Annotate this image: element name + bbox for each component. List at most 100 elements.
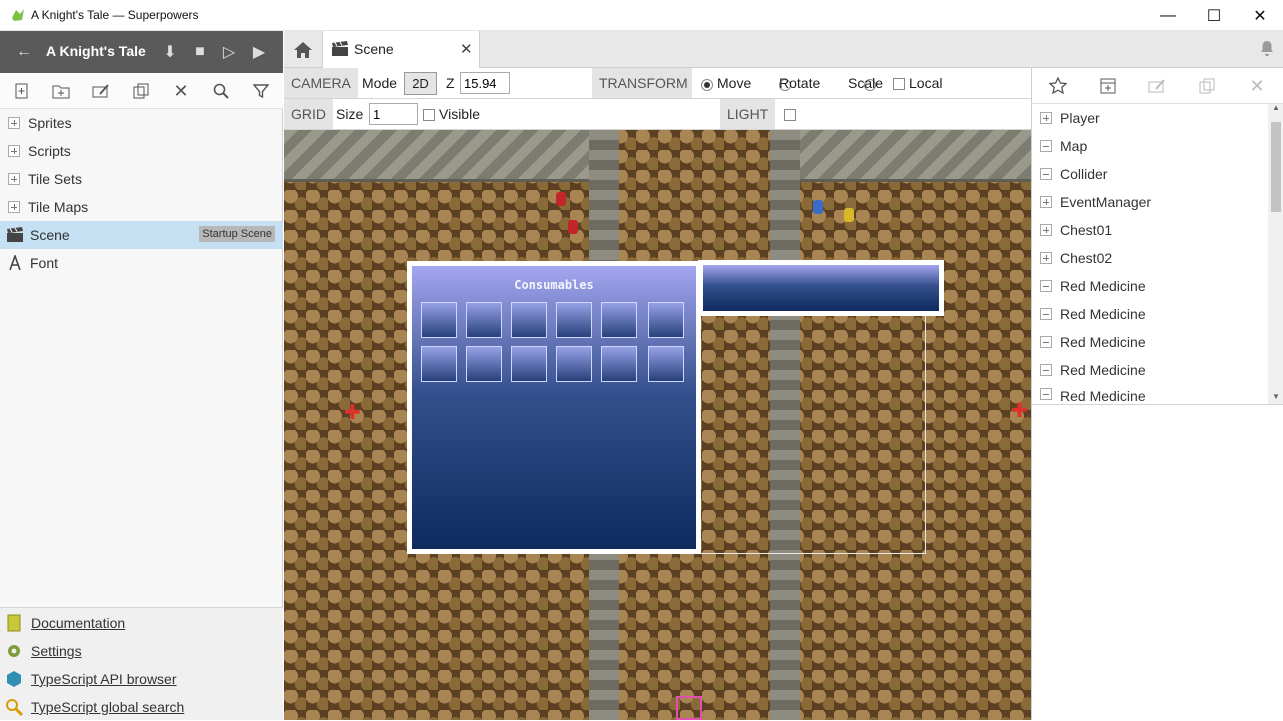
collapse-icon[interactable] xyxy=(1040,364,1052,376)
expand-icon[interactable] xyxy=(1040,224,1052,236)
inventory-slot[interactable] xyxy=(421,302,457,338)
asset-folder-scripts[interactable]: Scripts xyxy=(0,137,283,165)
duplicate-node-icon[interactable] xyxy=(1195,75,1219,97)
collapse-icon[interactable] xyxy=(1040,388,1052,400)
node-map[interactable]: Map xyxy=(1032,132,1268,160)
scrollbar-thumb[interactable] xyxy=(1271,122,1281,212)
node-red-medicine[interactable]: Red Medicine xyxy=(1032,384,1268,404)
cube-icon xyxy=(7,671,21,687)
rename-icon[interactable] xyxy=(89,80,113,102)
collider-marker-icon[interactable]: ✚ xyxy=(344,400,361,425)
delete-icon[interactable]: ✕ xyxy=(169,80,193,102)
asset-folder-tile-sets[interactable]: Tile Sets xyxy=(0,165,283,193)
minimize-icon[interactable]: — xyxy=(1145,0,1191,31)
red-medicine-sprite[interactable] xyxy=(568,220,578,234)
back-arrow-icon[interactable]: ← xyxy=(13,41,35,63)
global-search-link[interactable]: TypeScript global search xyxy=(0,693,184,721)
mode-2d-button[interactable]: 2D xyxy=(404,72,437,95)
z-input[interactable] xyxy=(460,72,510,94)
search-icon[interactable] xyxy=(209,80,233,102)
inventory-slot[interactable] xyxy=(648,302,684,338)
expand-icon[interactable] xyxy=(8,173,20,185)
settings-label[interactable]: Settings xyxy=(31,643,82,659)
node-red-medicine[interactable]: Red Medicine xyxy=(1032,328,1268,356)
expand-icon[interactable] xyxy=(8,201,20,213)
blue-medicine-sprite[interactable] xyxy=(813,200,823,214)
light-checkbox[interactable] xyxy=(784,109,796,121)
inventory-slot[interactable] xyxy=(466,302,502,338)
project-sidebar: ← A Knight's Tale ⬇ ■ ▷ ▶ ✕ Sprites Scri… xyxy=(0,31,283,720)
asset-font[interactable]: Font xyxy=(0,249,283,277)
node-red-medicine[interactable]: Red Medicine xyxy=(1032,272,1268,300)
tree-scrollbar[interactable]: ▲ ▼ xyxy=(1268,103,1283,404)
download-icon[interactable]: ⬇ xyxy=(159,41,181,63)
settings-link[interactable]: Settings xyxy=(0,637,82,665)
inventory-slot[interactable] xyxy=(466,346,502,382)
maximize-icon[interactable]: ☐ xyxy=(1191,0,1237,31)
debug-run-icon[interactable]: ▷ xyxy=(218,41,240,63)
node-eventmanager[interactable]: EventManager xyxy=(1032,188,1268,216)
expand-icon[interactable] xyxy=(8,145,20,157)
expand-icon[interactable] xyxy=(1040,252,1052,264)
inventory-slot[interactable] xyxy=(511,302,547,338)
asset-folder-tile-maps[interactable]: Tile Maps xyxy=(0,193,283,221)
inventory-slot[interactable] xyxy=(601,302,637,338)
close-tab-icon[interactable]: ✕ xyxy=(460,40,473,58)
tab-scene[interactable]: Scene ✕ xyxy=(322,31,480,68)
yellow-medicine-sprite[interactable] xyxy=(844,208,854,222)
inventory-slot[interactable] xyxy=(556,302,592,338)
scroll-down-icon[interactable]: ▼ xyxy=(1272,392,1280,401)
grid-section-label: GRID xyxy=(284,99,333,129)
scroll-up-icon[interactable]: ▲ xyxy=(1272,103,1280,112)
new-prefab-icon[interactable] xyxy=(1096,75,1120,97)
asset-folder-sprites[interactable]: Sprites xyxy=(0,109,283,137)
grid-size-input[interactable] xyxy=(369,103,418,125)
new-asset-icon[interactable] xyxy=(10,80,34,102)
documentation-link[interactable]: Documentation xyxy=(0,609,125,637)
node-chest02[interactable]: Chest02 xyxy=(1032,244,1268,272)
move-radio[interactable] xyxy=(701,79,713,91)
collapse-icon[interactable] xyxy=(1040,140,1052,152)
new-folder-icon[interactable] xyxy=(49,80,73,102)
run-icon[interactable]: ▶ xyxy=(248,41,270,63)
rename-node-icon[interactable] xyxy=(1145,75,1169,97)
collider-marker-icon[interactable]: ✚ xyxy=(1011,398,1028,423)
api-browser-link[interactable]: TypeScript API browser xyxy=(0,665,177,693)
collapse-icon[interactable] xyxy=(1040,280,1052,292)
home-tab[interactable] xyxy=(284,31,321,68)
documentation-label[interactable]: Documentation xyxy=(31,615,125,631)
inventory-slot[interactable] xyxy=(421,346,457,382)
close-window-icon[interactable]: ✕ xyxy=(1237,0,1283,31)
expand-icon[interactable] xyxy=(1040,112,1052,124)
api-browser-label[interactable]: TypeScript API browser xyxy=(31,671,177,687)
bell-icon[interactable] xyxy=(1258,39,1276,57)
collapse-icon[interactable] xyxy=(1040,308,1052,320)
delete-node-icon[interactable]: ✕ xyxy=(1245,75,1269,97)
inventory-panel[interactable]: Consumables xyxy=(407,261,701,554)
new-node-icon[interactable] xyxy=(1046,75,1070,97)
local-checkbox[interactable] xyxy=(893,78,905,90)
asset-scene[interactable]: Scene Startup Scene xyxy=(0,221,283,249)
expand-icon[interactable] xyxy=(1040,196,1052,208)
grid-visible-checkbox[interactable] xyxy=(423,109,435,121)
duplicate-icon[interactable] xyxy=(129,80,153,102)
filter-icon[interactable] xyxy=(249,80,273,102)
node-red-medicine[interactable]: Red Medicine xyxy=(1032,356,1268,384)
stop-icon[interactable]: ■ xyxy=(189,41,211,63)
inventory-slot[interactable] xyxy=(556,346,592,382)
node-chest01[interactable]: Chest01 xyxy=(1032,216,1268,244)
node-red-medicine[interactable]: Red Medicine xyxy=(1032,300,1268,328)
inventory-slot[interactable] xyxy=(511,346,547,382)
node-player[interactable]: Player xyxy=(1032,104,1268,132)
inventory-slot[interactable] xyxy=(601,346,637,382)
red-medicine-sprite[interactable] xyxy=(556,192,566,206)
collapse-icon[interactable] xyxy=(1040,336,1052,348)
info-panel[interactable] xyxy=(698,260,944,316)
scene-viewport[interactable]: ✚ ✚ Consumables xyxy=(284,130,1031,720)
inventory-slot[interactable] xyxy=(648,346,684,382)
node-collider[interactable]: Collider xyxy=(1032,160,1268,188)
selected-tile-marker[interactable] xyxy=(676,696,702,720)
collapse-icon[interactable] xyxy=(1040,168,1052,180)
global-search-label[interactable]: TypeScript global search xyxy=(31,699,184,715)
expand-icon[interactable] xyxy=(8,117,20,129)
